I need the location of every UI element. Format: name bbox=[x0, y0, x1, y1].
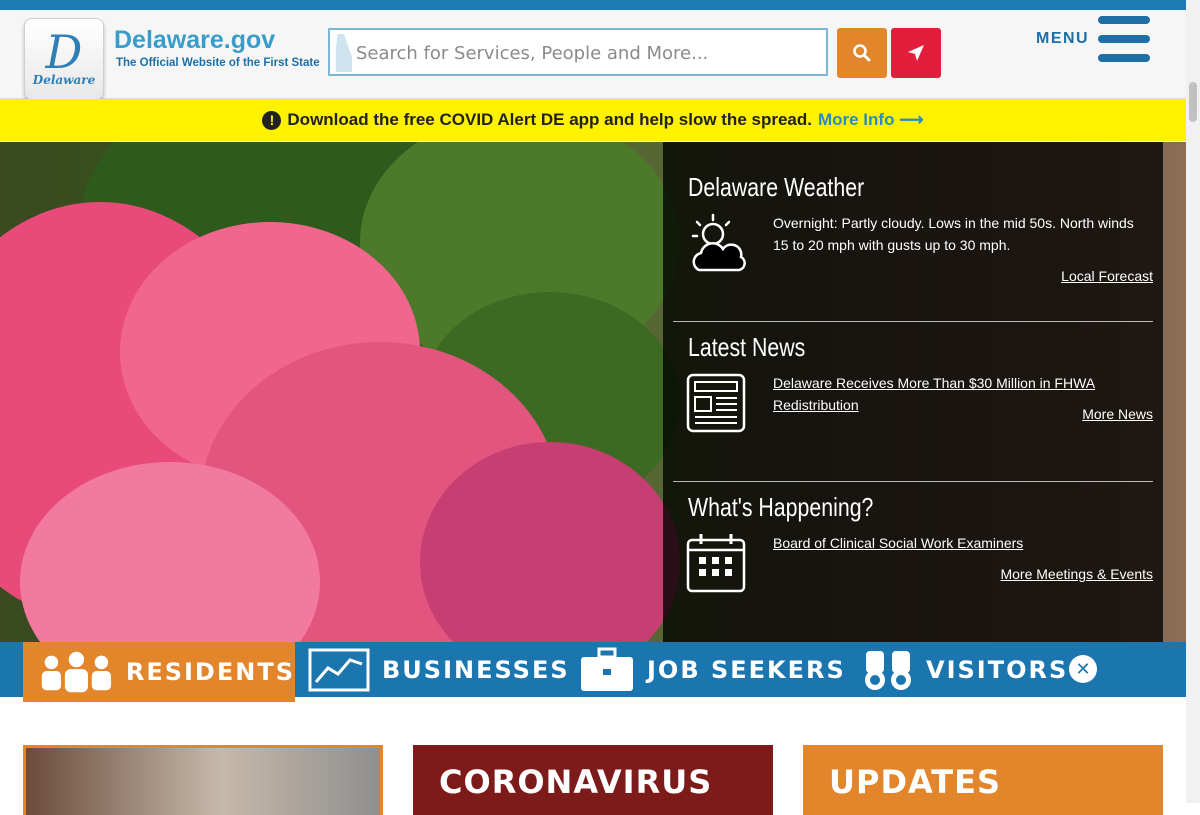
hamburger-menu-icon[interactable] bbox=[1098, 16, 1150, 62]
coronavirus-card[interactable]: CORONAVIRUS bbox=[413, 745, 773, 815]
close-icon[interactable]: ✕ bbox=[1069, 655, 1097, 683]
weather-forecast-text: Overnight: Partly cloudy. Lows in the mi… bbox=[773, 215, 1134, 253]
tab-job-seekers[interactable]: JOB SEEKERS bbox=[579, 642, 846, 697]
spotlight-card[interactable] bbox=[23, 745, 383, 815]
more-meetings-events-link[interactable]: More Meetings & Events bbox=[1000, 566, 1153, 582]
tab-job-seekers-label: JOB SEEKERS bbox=[647, 655, 846, 684]
divider bbox=[673, 321, 1153, 322]
logo-word: Delaware bbox=[32, 73, 96, 87]
exclamation-icon: ! bbox=[262, 110, 282, 130]
info-panel: Delaware Weather Overnight: Partly cloud… bbox=[663, 142, 1163, 642]
weather-heading: Delaware Weather bbox=[688, 172, 865, 202]
tab-businesses[interactable]: BUSINESSES bbox=[308, 642, 570, 697]
delaware-map-icon bbox=[335, 34, 352, 72]
binoculars-icon bbox=[865, 650, 911, 690]
search-button[interactable] bbox=[837, 28, 887, 78]
more-news-link[interactable]: More News bbox=[1082, 406, 1153, 422]
search-icon bbox=[853, 44, 871, 62]
calendar-icon bbox=[686, 534, 746, 593]
locate-button[interactable] bbox=[891, 28, 941, 78]
top-stripe bbox=[0, 0, 1200, 10]
scrollbar-thumb[interactable] bbox=[1189, 82, 1197, 122]
divider bbox=[673, 481, 1153, 482]
newspaper-icon bbox=[686, 373, 746, 433]
people-icon bbox=[41, 651, 112, 693]
tab-residents-label: RESIDENTS bbox=[125, 658, 295, 686]
site-subtitle: The Official Website of the First State bbox=[116, 57, 320, 69]
scrollbar[interactable] bbox=[1186, 0, 1200, 803]
local-forecast-link[interactable]: Local Forecast bbox=[1061, 268, 1153, 284]
tab-businesses-label: BUSINESSES bbox=[382, 655, 570, 684]
location-arrow-icon bbox=[908, 45, 924, 61]
search-input[interactable] bbox=[354, 34, 818, 72]
updates-card[interactable]: UPDATES bbox=[803, 745, 1163, 815]
logo-letter: D bbox=[45, 25, 83, 79]
line-chart-icon bbox=[308, 648, 370, 691]
covid-alert-banner: ! Download the free COVID Alert DE app a… bbox=[0, 99, 1186, 141]
tab-visitors-label: VISITORS bbox=[926, 655, 1069, 684]
site-name[interactable]: Delaware.gov bbox=[114, 26, 275, 55]
tab-visitors[interactable]: VISITORS bbox=[862, 642, 1068, 697]
spotlight-photo bbox=[26, 748, 380, 815]
audience-nav: RESIDENTS BUSINESSES JOB SEEKERS VISITOR… bbox=[0, 642, 1186, 702]
search-box bbox=[328, 28, 828, 76]
briefcase-icon bbox=[581, 647, 633, 691]
whats-happening-heading: What's Happening? bbox=[688, 492, 874, 522]
hero-section: Delaware Weather Overnight: Partly cloud… bbox=[0, 142, 1186, 642]
event-link[interactable]: Board of Clinical Social Work Examiners bbox=[773, 532, 1143, 554]
menu-label[interactable]: MENU bbox=[1036, 30, 1089, 48]
updates-card-title: UPDATES bbox=[829, 763, 1002, 801]
alert-more-info-link[interactable]: More Info ⟶ bbox=[818, 110, 924, 130]
site-header: D Delaware Delaware.gov The Official Web… bbox=[0, 10, 1186, 100]
delaware-logo[interactable]: D Delaware bbox=[24, 18, 104, 100]
coronavirus-card-title: CORONAVIRUS bbox=[439, 763, 713, 801]
alert-text: Download the free COVID Alert DE app and… bbox=[287, 110, 812, 129]
latest-news-heading: Latest News bbox=[688, 332, 806, 362]
partly-cloudy-icon bbox=[691, 213, 746, 272]
tab-residents[interactable]: RESIDENTS bbox=[23, 642, 295, 702]
